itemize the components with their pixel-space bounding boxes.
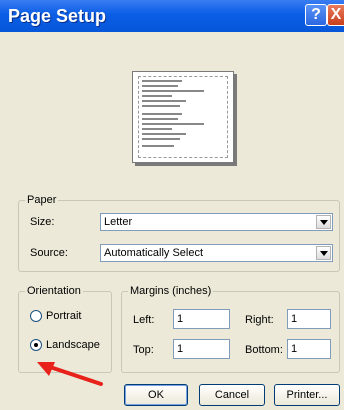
page-preview: [132, 71, 234, 163]
size-select[interactable]: Letter: [100, 213, 333, 231]
margin-right-label: Right:: [245, 314, 274, 326]
source-select[interactable]: Automatically Select: [100, 244, 333, 262]
paper-legend: Paper: [27, 194, 57, 206]
source-value: Automatically Select: [104, 247, 204, 259]
chevron-down-icon[interactable]: [316, 246, 331, 260]
portrait-label[interactable]: Portrait: [46, 310, 81, 322]
portrait-radio[interactable]: [30, 310, 42, 322]
window-title: Page Setup: [8, 6, 107, 26]
cancel-button[interactable]: Cancel: [199, 384, 265, 406]
title-bar: Page Setup ? X: [0, 0, 344, 32]
size-label: Size:: [30, 216, 55, 228]
printer-button[interactable]: Printer...: [274, 384, 340, 406]
preview-margin-outline: [138, 76, 228, 158]
margin-left-input[interactable]: 1: [173, 309, 230, 329]
margins-group: Margins (inches): [121, 285, 340, 373]
margin-bottom-label: Bottom:: [245, 344, 283, 356]
landscape-label[interactable]: Landscape: [46, 339, 100, 351]
margins-legend: Margins (inches): [130, 285, 212, 297]
orientation-legend: Orientation: [27, 285, 81, 297]
chevron-down-icon[interactable]: [316, 215, 331, 229]
landscape-radio[interactable]: [30, 339, 42, 351]
margin-top-label: Top:: [133, 344, 154, 356]
ok-button[interactable]: OK: [124, 384, 188, 406]
margin-top-input[interactable]: 1: [173, 339, 230, 359]
margin-left-label: Left:: [133, 314, 155, 326]
margin-right-input[interactable]: 1: [287, 309, 331, 329]
help-button[interactable]: ?: [305, 4, 327, 26]
size-value: Letter: [104, 216, 133, 228]
source-label: Source:: [30, 247, 68, 259]
annotation-arrow-icon: [37, 362, 103, 386]
margin-bottom-input[interactable]: 1: [287, 339, 331, 359]
close-button[interactable]: X: [327, 4, 344, 26]
